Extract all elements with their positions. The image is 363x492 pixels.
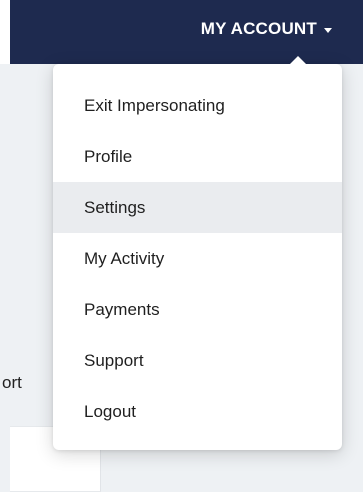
- top-bar: MY ACCOUNT: [0, 0, 363, 64]
- menu-item-payments[interactable]: Payments: [53, 284, 342, 335]
- my-account-label: MY ACCOUNT: [200, 19, 317, 38]
- dropdown-list: Exit Impersonating Profile Settings My A…: [53, 80, 342, 437]
- menu-item-settings[interactable]: Settings: [53, 182, 342, 233]
- background-card-text: ort: [2, 373, 22, 392]
- menu-item-logout[interactable]: Logout: [53, 386, 342, 437]
- header-nav: MY ACCOUNT: [10, 0, 363, 64]
- my-account-button[interactable]: MY ACCOUNT: [201, 19, 332, 39]
- menu-item-support[interactable]: Support: [53, 335, 342, 386]
- menu-item-profile[interactable]: Profile: [53, 131, 342, 182]
- account-dropdown-menu: Exit Impersonating Profile Settings My A…: [53, 56, 342, 450]
- dropdown-pointer-icon: [289, 56, 307, 65]
- menu-item-my-activity[interactable]: My Activity: [53, 233, 342, 284]
- caret-down-icon: [324, 27, 332, 33]
- menu-item-exit-impersonating[interactable]: Exit Impersonating: [53, 80, 342, 131]
